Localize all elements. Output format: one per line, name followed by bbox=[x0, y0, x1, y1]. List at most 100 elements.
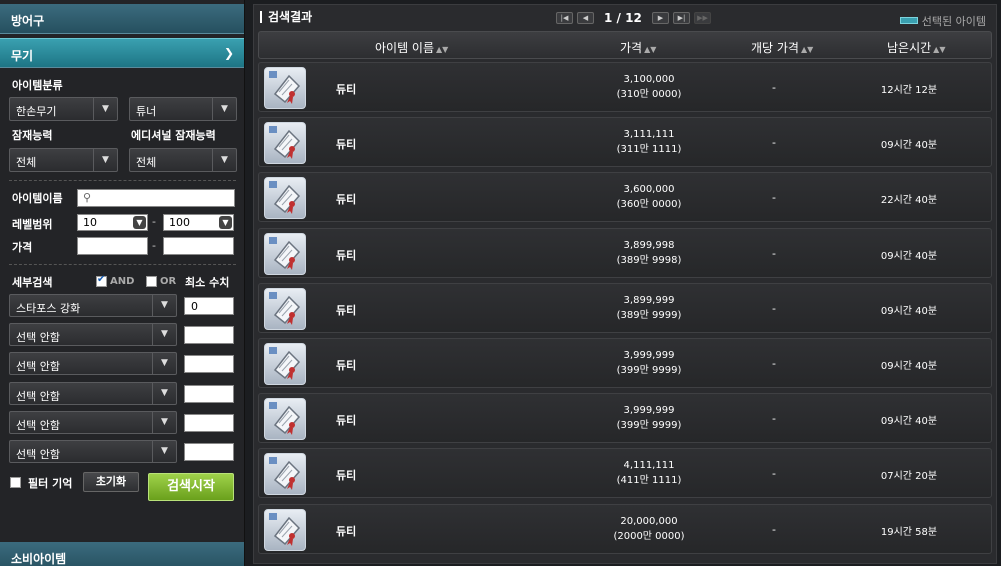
detail-min-value-input[interactable] bbox=[184, 384, 234, 403]
result-time-left: 09시간 40분 bbox=[880, 140, 938, 152]
result-price: 3,100,000 (310만 0000) bbox=[589, 72, 709, 102]
first-page-button[interactable]: |◀ bbox=[556, 12, 573, 24]
result-row[interactable]: 듀티 3,600,000 (360만 0000) - 22시간 40분 bbox=[258, 172, 992, 223]
result-price-number: 3,100,000 bbox=[623, 74, 675, 85]
price-min-input[interactable] bbox=[77, 237, 148, 255]
search-filter-panel: 방어구 무기 ❯ 아이템분류 한손무기 ▼ 튜너 ▼ 잠재능력 에디셔널 잠재능… bbox=[0, 0, 245, 566]
result-time-left: 09시간 40분 bbox=[880, 250, 938, 262]
detail-min-value-input[interactable] bbox=[184, 355, 234, 374]
chevron-down-icon: ▼ bbox=[219, 216, 232, 229]
result-price: 20,000,000 (2000만 0000) bbox=[589, 514, 709, 544]
result-item-name: 듀티 bbox=[336, 524, 357, 538]
potential-select[interactable]: 전체 ▼ bbox=[9, 148, 118, 172]
category-consumable[interactable]: 소비아이템 bbox=[0, 542, 244, 566]
detail-search-label: 세부검색 bbox=[12, 276, 53, 289]
page-total: 12 bbox=[625, 11, 642, 25]
category-weapon-label: 무기 bbox=[11, 49, 34, 63]
filter-memory-checkbox[interactable] bbox=[10, 477, 21, 488]
detail-option-value: 스타포스 강화 bbox=[16, 302, 81, 315]
search-start-button[interactable]: 검색시작 bbox=[148, 473, 234, 501]
price-max-input[interactable] bbox=[163, 237, 234, 255]
page-current: 1 bbox=[604, 11, 613, 25]
price-label: 가격 bbox=[12, 241, 33, 254]
column-time-left[interactable]: 남은시간 ▲▼ bbox=[887, 39, 945, 56]
range-separator: - bbox=[152, 239, 156, 252]
level-range-label: 레벨범위 bbox=[12, 218, 53, 231]
result-row[interactable]: 듀티 3,111,111 (311만 1111) - 09시간 40분 bbox=[258, 117, 992, 168]
level-min-select[interactable]: 10 ▼ bbox=[77, 214, 148, 231]
detail-option-select[interactable]: 선택 안함 ▼ bbox=[9, 381, 177, 405]
detail-min-value-input[interactable] bbox=[184, 443, 234, 461]
detail-option-select[interactable]: 선택 안함 ▼ bbox=[9, 352, 177, 376]
legend-swatch bbox=[899, 17, 918, 24]
chevron-down-icon: ▼ bbox=[152, 324, 176, 346]
detail-option-select[interactable]: 선택 안함 ▼ bbox=[9, 410, 177, 434]
category-armor[interactable]: 방어구 bbox=[0, 4, 244, 34]
result-row[interactable]: 듀티 3,899,998 (389만 9998) - 09시간 40분 bbox=[258, 227, 992, 278]
item-name-label: 아이템이름 bbox=[12, 192, 63, 205]
search-icon: ⚲ bbox=[83, 191, 92, 204]
item-name-input[interactable]: ⚲ bbox=[77, 189, 235, 207]
detail-option-value: 선택 안함 bbox=[16, 418, 60, 432]
potential-value: 전체 bbox=[16, 156, 37, 169]
result-time-left: 09시간 40분 bbox=[880, 416, 938, 428]
next-group-button[interactable]: ▶| bbox=[673, 12, 690, 24]
result-price-number: 4,111,111 bbox=[623, 460, 675, 472]
chevron-down-icon: ▼ bbox=[93, 149, 117, 171]
detail-option-select[interactable]: 스타포스 강화 ▼ bbox=[9, 294, 177, 317]
result-row[interactable]: 듀티 4,111,111 (411만 1111) - 07시간 20분 bbox=[258, 448, 992, 499]
result-price-number: 3,600,000 bbox=[623, 184, 675, 196]
column-price[interactable]: 가격 ▲▼ bbox=[620, 39, 656, 56]
reset-button[interactable]: 초기화 bbox=[83, 472, 139, 492]
next-page-button[interactable]: ▶ bbox=[652, 12, 669, 24]
scroll-icon bbox=[264, 453, 306, 496]
and-checkbox[interactable] bbox=[96, 274, 107, 287]
detail-min-value-input[interactable]: 0 bbox=[184, 297, 234, 315]
result-unit-price: - bbox=[772, 357, 776, 370]
detail-option-value: 선택 안함 bbox=[16, 389, 60, 403]
item-category-select[interactable]: 한손무기 ▼ bbox=[9, 97, 118, 121]
scroll-icon bbox=[264, 177, 306, 220]
detail-option-value: 선택 안함 bbox=[16, 331, 60, 345]
result-price-korean: (389만 9999) bbox=[616, 309, 682, 321]
result-row[interactable]: 듀티 20,000,000 (2000만 0000) - 19시간 58분 bbox=[258, 503, 992, 554]
min-value-label: 최소 수치 bbox=[185, 276, 230, 289]
scroll-icon bbox=[264, 508, 306, 551]
or-checkbox[interactable] bbox=[146, 276, 157, 287]
result-item-name: 듀티 bbox=[336, 469, 357, 483]
page-separator: / bbox=[616, 11, 621, 25]
scroll-icon bbox=[264, 122, 306, 165]
level-max-select[interactable]: 100 ▼ bbox=[163, 214, 234, 231]
detail-min-value-input[interactable] bbox=[184, 413, 234, 432]
column-item-name[interactable]: 아이템 이름 ▲▼ bbox=[375, 39, 448, 56]
level-min-value: 10 bbox=[83, 216, 97, 229]
detail-option-select[interactable]: 선택 안함 ▼ bbox=[9, 323, 177, 347]
additional-potential-select[interactable]: 전체 ▼ bbox=[129, 148, 237, 172]
result-time-left: 12시간 12분 bbox=[880, 85, 938, 96]
result-price-korean: (2000만 0000) bbox=[613, 530, 685, 542]
last-page-button[interactable]: ▶▶ bbox=[694, 12, 711, 24]
detail-min-value-input[interactable] bbox=[184, 326, 234, 345]
sort-icon: ▲▼ bbox=[800, 45, 814, 54]
result-price-number: 3,999,999 bbox=[623, 405, 675, 417]
result-item-name: 듀티 bbox=[336, 359, 357, 372]
divider bbox=[9, 264, 236, 265]
category-weapon[interactable]: 무기 ❯ bbox=[0, 38, 244, 68]
result-row[interactable]: 듀티 3,999,999 (399만 9999) - 09시간 40분 bbox=[258, 393, 992, 444]
item-subcategory-value: 튜너 bbox=[136, 105, 157, 118]
column-unit-price[interactable]: 개당 가격 ▲▼ bbox=[751, 39, 813, 56]
result-row[interactable]: 듀티 3,100,000 (310만 0000) - 12시간 12분 bbox=[258, 62, 992, 112]
filter-memory-label: 필터 기억 bbox=[28, 477, 73, 490]
chevron-down-icon: ▼ bbox=[133, 216, 146, 229]
category-armor-label: 방어구 bbox=[11, 14, 45, 28]
item-subcategory-select[interactable]: 튜너 ▼ bbox=[129, 97, 237, 121]
result-row[interactable]: 듀티 3,999,999 (399만 9999) - 09시간 40분 bbox=[258, 338, 992, 388]
category-consumable-label: 소비아이템 bbox=[11, 552, 67, 566]
result-unit-price: - bbox=[772, 81, 776, 94]
prev-page-button[interactable]: ◀ bbox=[577, 12, 594, 24]
detail-option-select[interactable]: 선택 안함 ▼ bbox=[9, 440, 177, 463]
scroll-icon bbox=[264, 232, 306, 275]
result-row[interactable]: 듀티 3,899,999 (389만 9999) - 09시간 40분 bbox=[258, 282, 992, 333]
result-price: 3,899,998 (389만 9998) bbox=[589, 238, 709, 268]
result-price-number: 3,111,111 bbox=[623, 129, 675, 141]
